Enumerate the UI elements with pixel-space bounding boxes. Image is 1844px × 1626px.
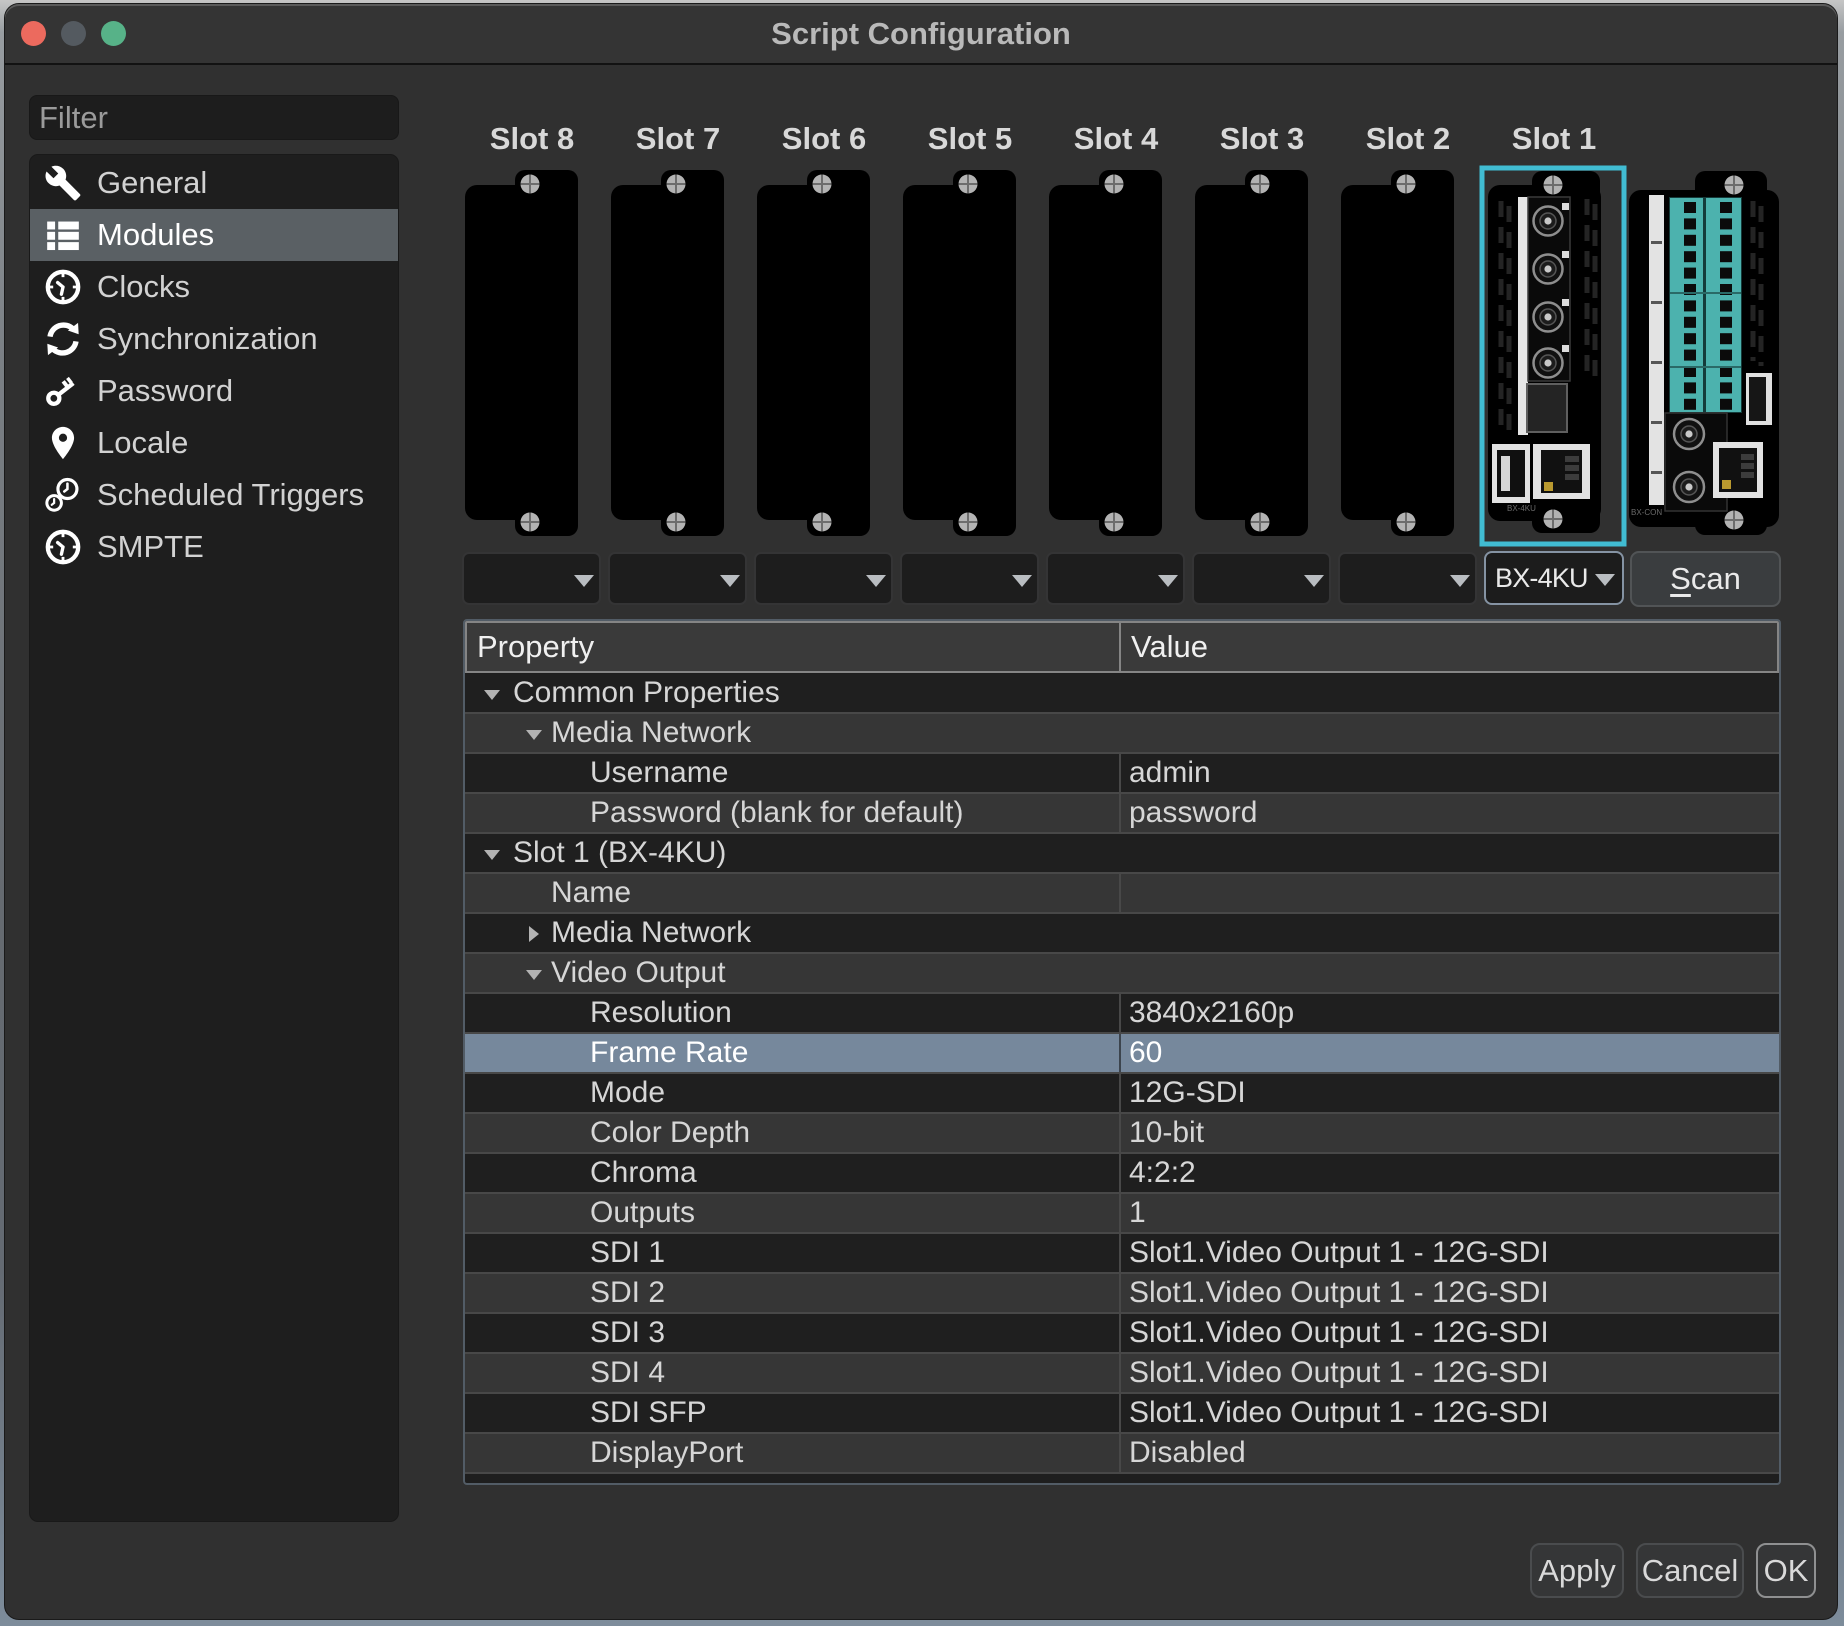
svg-text:BX-CON: BX-CON	[1631, 508, 1662, 517]
svg-text:BX-4KU: BX-4KU	[1507, 504, 1536, 513]
